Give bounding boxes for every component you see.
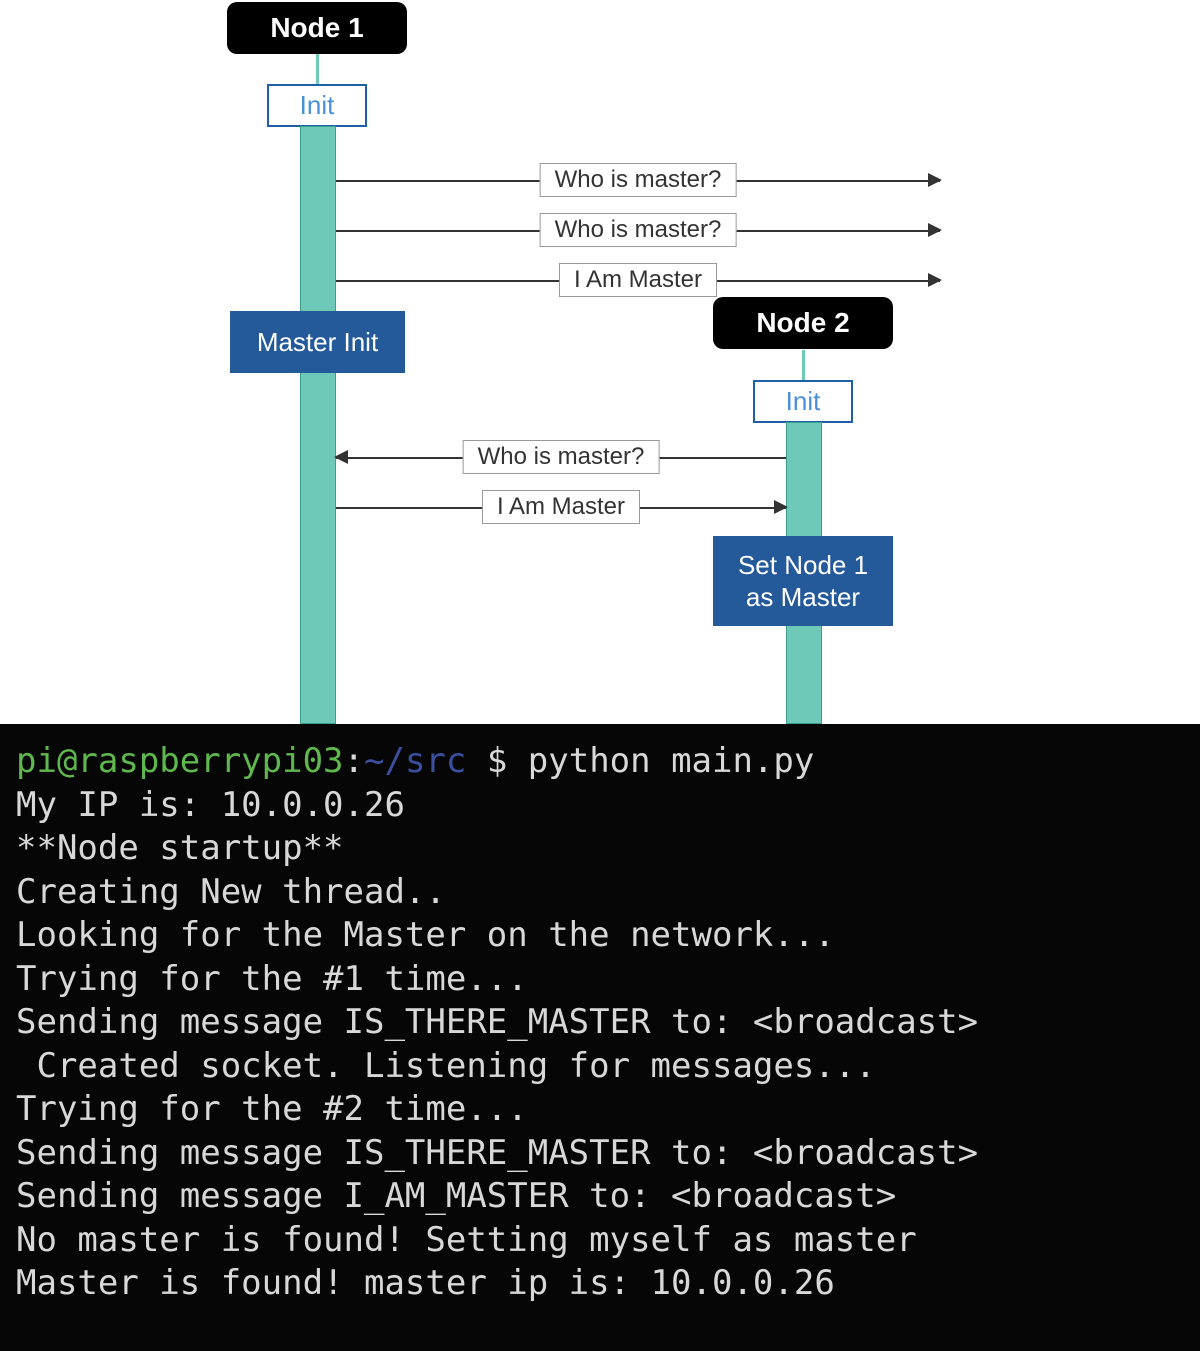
terminal-command: python main.py bbox=[528, 741, 815, 781]
terminal-prompt-user: pi@raspberrypi03 bbox=[16, 741, 344, 781]
message-label: Who is master? bbox=[540, 163, 737, 197]
message-label: Who is master? bbox=[463, 440, 660, 474]
set-master-box: Set Node 1 as Master bbox=[713, 536, 893, 626]
node2-header: Node 2 bbox=[713, 297, 893, 349]
terminal-line: Creating New thread.. bbox=[16, 872, 446, 912]
terminal-line: Sending message I_AM_MASTER to: <broadca… bbox=[16, 1176, 896, 1216]
terminal-line: Master is found! master ip is: 10.0.0.26 bbox=[16, 1263, 835, 1303]
terminal-prompt-dollar: $ bbox=[466, 741, 527, 781]
terminal-prompt-sep: : bbox=[344, 741, 364, 781]
terminal-line: Sending message IS_THERE_MASTER to: <bro… bbox=[16, 1002, 978, 1042]
terminal-line: Created socket. Listening for messages..… bbox=[16, 1046, 876, 1086]
sequence-diagram: Node 1 Init Node 2 Init Who is master? W… bbox=[0, 0, 1200, 724]
terminal-output: pi@raspberrypi03:~/src $ python main.py … bbox=[0, 724, 1200, 1351]
node1-lifeline-top bbox=[316, 54, 319, 84]
terminal-line: My IP is: 10.0.0.26 bbox=[16, 785, 405, 825]
terminal-line: No master is found! Setting myself as ma… bbox=[16, 1220, 917, 1260]
node1-activation bbox=[300, 126, 336, 724]
terminal-prompt-path: ~/src bbox=[364, 741, 466, 781]
terminal-line: Trying for the #1 time... bbox=[16, 959, 528, 999]
master-init-box: Master Init bbox=[230, 311, 405, 373]
node2-lifeline-top bbox=[802, 350, 805, 380]
message-label: I Am Master bbox=[559, 263, 717, 297]
node2-init-box: Init bbox=[753, 380, 853, 423]
node1-header: Node 1 bbox=[227, 2, 407, 54]
message-who-is-master-2: Who is master? bbox=[336, 210, 940, 250]
message-who-is-master-3: Who is master? bbox=[336, 437, 786, 477]
message-label: Who is master? bbox=[540, 213, 737, 247]
terminal-line: Looking for the Master on the network... bbox=[16, 915, 835, 955]
message-label: I Am Master bbox=[482, 490, 640, 524]
message-who-is-master-1: Who is master? bbox=[336, 160, 940, 200]
terminal-line: Sending message IS_THERE_MASTER to: <bro… bbox=[16, 1133, 978, 1173]
message-i-am-master-1: I Am Master bbox=[336, 260, 940, 300]
node1-init-box: Init bbox=[267, 84, 367, 127]
terminal-line: Trying for the #2 time... bbox=[16, 1089, 528, 1129]
terminal-line: **Node startup** bbox=[16, 828, 344, 868]
message-i-am-master-2: I Am Master bbox=[336, 487, 786, 527]
